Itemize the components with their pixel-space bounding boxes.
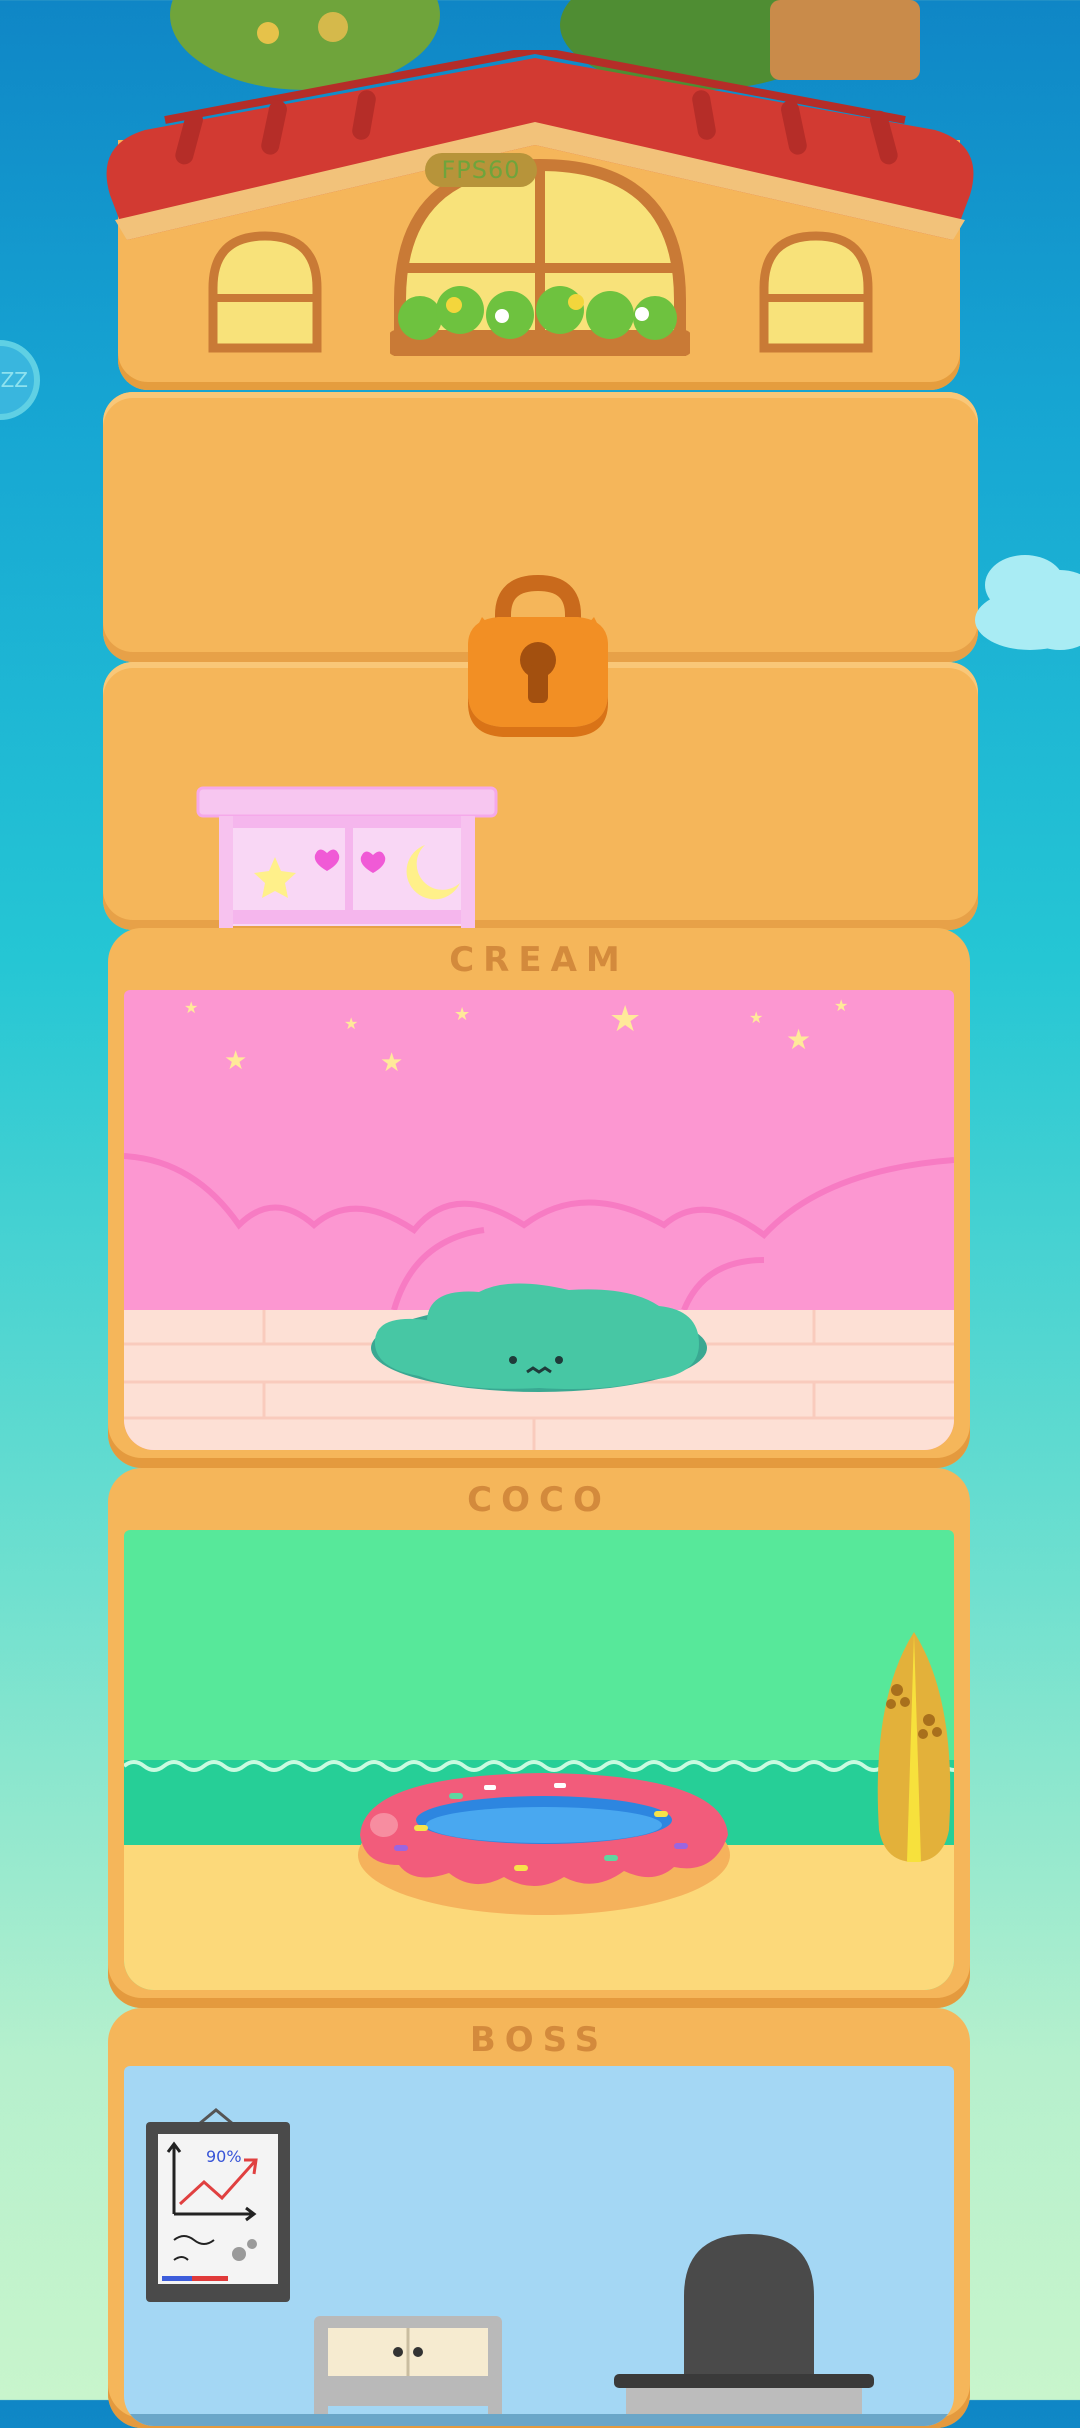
whiteboard-text: 90%	[206, 2147, 242, 2166]
surfboard	[877, 1632, 951, 1862]
attic-window-right	[759, 231, 873, 353]
desk-drawers	[314, 2316, 502, 2416]
room-coco[interactable]: COCO	[108, 1468, 970, 2008]
pink-cabinet	[196, 786, 498, 946]
star-icon: ★	[786, 1023, 812, 1056]
room-cream[interactable]: CREAM ★ ★ ★ ★ ★ ★ ★ ★ ★	[108, 928, 970, 1468]
attic-window-left	[208, 231, 322, 353]
star-icon: ★	[609, 999, 642, 1040]
star-icon: ★	[224, 1046, 248, 1076]
room-cream-interior: ★ ★ ★ ★ ★ ★ ★ ★ ★	[124, 990, 954, 1450]
room-name-label: CREAM	[449, 940, 629, 980]
room-name-label: COCO	[467, 1480, 611, 1520]
room-boss[interactable]: BOSS 90%	[108, 2008, 970, 2428]
donut-float[interactable]	[354, 1755, 734, 1920]
sleep-button[interactable]: ZZ	[0, 340, 40, 420]
cloud	[975, 590, 1080, 650]
padlock-icon[interactable]	[458, 575, 618, 740]
star-icon: ★	[344, 1014, 359, 1033]
room-coco-interior	[124, 1530, 954, 1990]
star-icon: ★	[454, 1004, 471, 1025]
fps-counter: FPS60	[425, 153, 537, 187]
sleep-icon: ZZ	[0, 368, 28, 392]
tree-fruit-icon	[318, 12, 348, 42]
floor-strip	[124, 2414, 954, 2426]
star-icon: ★	[749, 1008, 764, 1027]
star-icon: ★	[834, 996, 849, 1015]
room-boss-interior: 90%	[124, 2066, 954, 2426]
room-name-label: BOSS	[469, 2020, 609, 2060]
pet-mochi[interactable]	[369, 1280, 709, 1400]
whiteboard-chart: 90%	[146, 2108, 290, 2302]
star-icon: ★	[184, 998, 199, 1017]
star-icon: ★	[380, 1048, 404, 1078]
boss-chair[interactable]	[614, 2226, 884, 2426]
tree-fruit-icon	[257, 22, 279, 44]
